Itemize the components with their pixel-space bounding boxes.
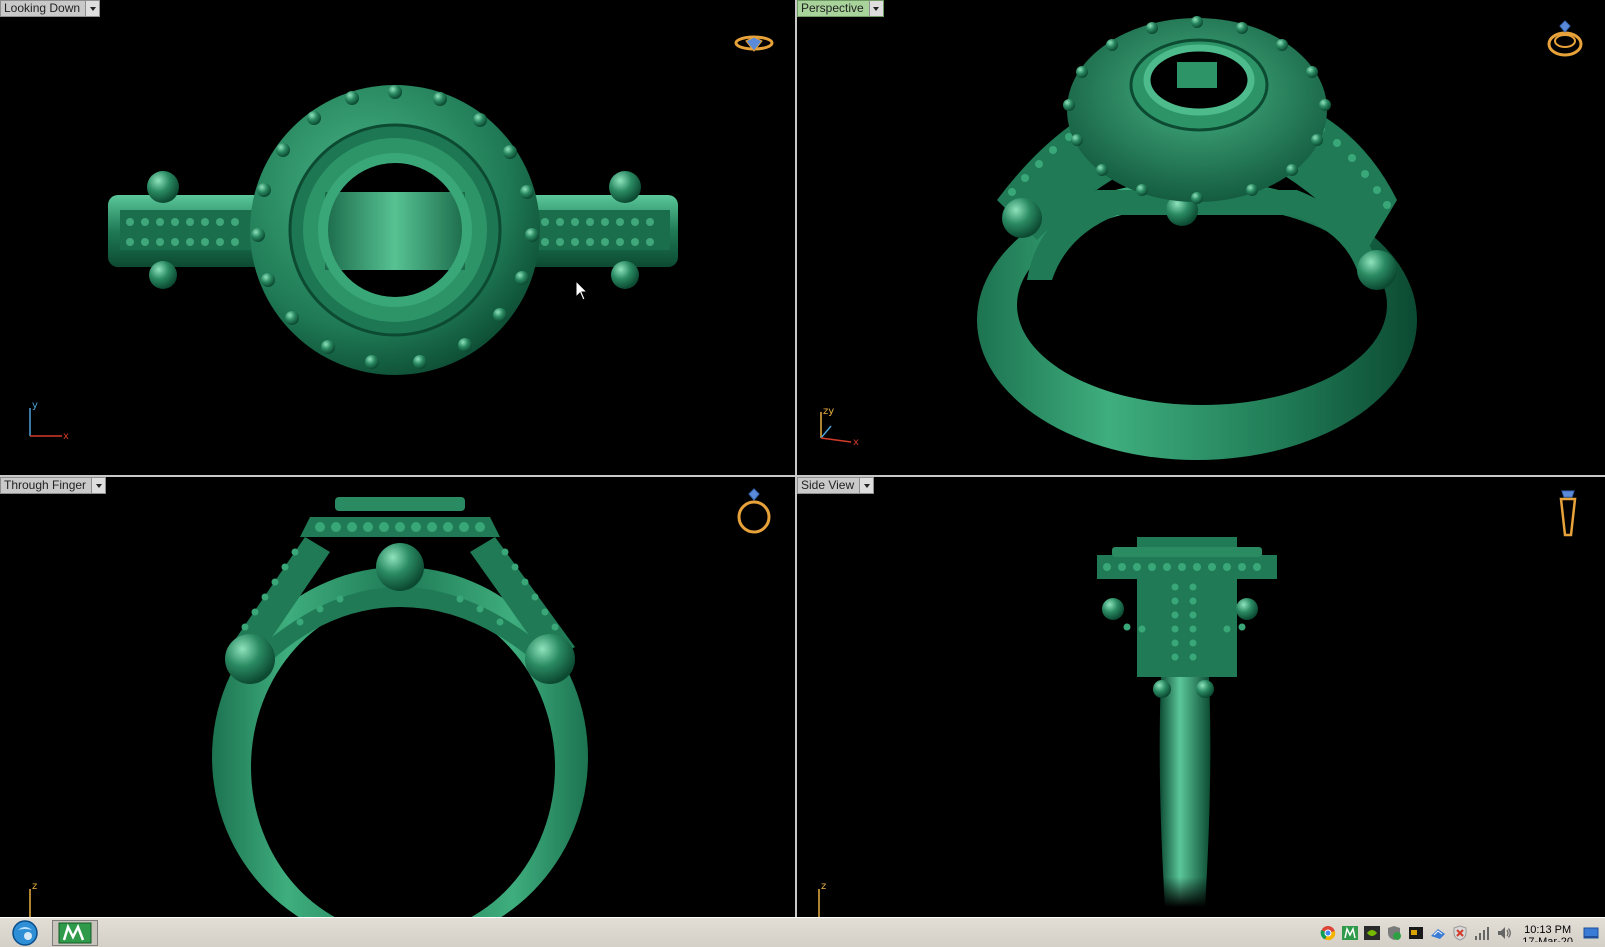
taskbar: 10:13 PM 17-Mar-20	[0, 917, 1605, 947]
axis-indicator-zyx: zy x	[820, 406, 859, 446]
view-gizmo-perspective-icon[interactable]	[1543, 16, 1587, 60]
viewport-perspective[interactable]: Perspective zy x	[797, 0, 1605, 475]
signal-bars-icon[interactable]	[1474, 925, 1490, 941]
view-gizmo-side-icon[interactable]	[1553, 487, 1583, 539]
viewport-menu-dropdown[interactable]	[85, 1, 100, 16]
viewport-label-text: Through Finger	[4, 478, 87, 492]
viewport-menu-dropdown[interactable]	[91, 478, 106, 493]
show-desktop-icon[interactable]	[1583, 925, 1599, 941]
ring-top-view	[108, 85, 678, 375]
view-gizmo-front-icon[interactable]	[732, 487, 776, 535]
clock-date: 17-Mar-20	[1522, 936, 1573, 942]
viewport-label-text: Perspective	[801, 1, 864, 15]
viewport-label-text: Looking Down	[4, 1, 81, 15]
network-tool-icon[interactable]	[1430, 925, 1446, 941]
ring-side-view	[1097, 537, 1277, 907]
viewport-label-through-finger[interactable]: Through Finger	[0, 477, 107, 494]
axis-label-b: x	[853, 437, 859, 446]
viewport-label-perspective[interactable]: Perspective	[797, 0, 884, 17]
speaker-icon[interactable]	[1496, 925, 1512, 941]
viewport-label-side-view[interactable]: Side View	[797, 477, 875, 494]
viewport-splitter-horizontal[interactable]	[0, 475, 1605, 477]
axis-label-a: zy	[823, 406, 834, 417]
axis-label-a: y	[32, 400, 38, 411]
viewport-menu-dropdown[interactable]	[868, 1, 883, 16]
matrix-app-icon	[58, 922, 92, 944]
axis-indicator-z: z	[29, 881, 37, 917]
viewport-looking-down[interactable]: Looking Down y x	[0, 0, 795, 475]
system-tray: 10:13 PM 17-Mar-20	[1320, 920, 1605, 946]
matrix-tray-icon[interactable]	[1342, 925, 1359, 941]
chrome-icon[interactable]	[1320, 925, 1336, 941]
antivirus-icon[interactable]	[1452, 925, 1468, 941]
axis-indicator-z: z	[818, 881, 826, 917]
ring-perspective-view	[977, 16, 1417, 460]
ring-front-view	[212, 497, 588, 917]
nvidia-icon[interactable]	[1364, 925, 1381, 941]
start-orb-icon	[12, 920, 38, 946]
start-button[interactable]	[6, 920, 44, 946]
clock-time: 10:13 PM	[1524, 924, 1572, 936]
axis-label-a: z	[821, 881, 826, 892]
axis-indicator-xy: y x	[29, 400, 69, 440]
viewport-label-looking-down[interactable]: Looking Down	[0, 0, 101, 17]
mouse-cursor-icon	[575, 280, 589, 301]
terminal-icon[interactable]	[1408, 925, 1424, 941]
axis-label-a: z	[32, 881, 37, 892]
viewport-through-finger[interactable]: Through Finger z	[0, 477, 795, 917]
system-clock[interactable]: 10:13 PM 17-Mar-20	[1522, 924, 1573, 942]
viewport-label-text: Side View	[801, 478, 855, 492]
axis-label-b: x	[63, 431, 69, 440]
taskbar-app-matrix[interactable]	[52, 920, 98, 946]
viewport-menu-dropdown[interactable]	[859, 478, 874, 493]
viewport-side-view[interactable]: Side View z	[797, 477, 1605, 917]
security-shield-icon[interactable]	[1386, 925, 1402, 941]
app-window: Looking Down y x Perspective zy x Throug…	[0, 0, 1605, 947]
viewport-splitter-vertical[interactable]	[795, 0, 797, 917]
view-gizmo-top-icon[interactable]	[732, 30, 776, 56]
